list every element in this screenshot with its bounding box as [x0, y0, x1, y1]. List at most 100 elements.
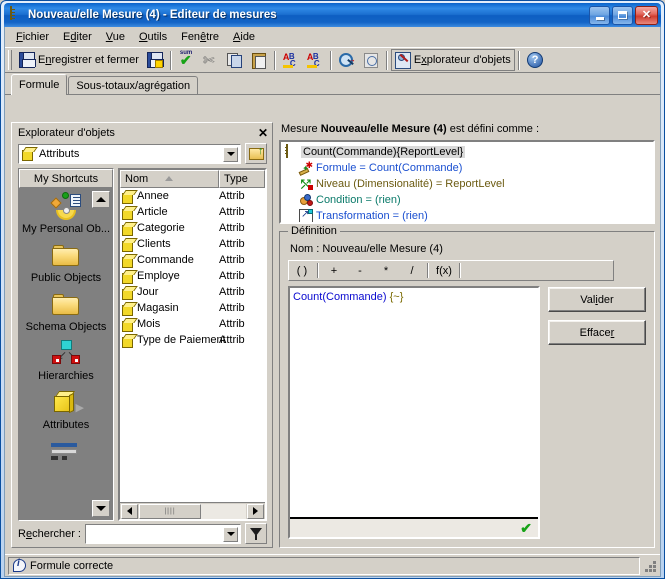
folder-combo[interactable]: Attributs — [18, 143, 241, 164]
scroll-left-button[interactable] — [121, 503, 138, 519]
list-item-type: Attrib — [219, 238, 245, 250]
save-and-close-button[interactable]: Enregistrer et fermer — [15, 49, 143, 71]
shortcut-label: Schema Objects — [25, 321, 107, 333]
find-button[interactable]: → — [335, 49, 359, 71]
filter-button[interactable] — [245, 523, 267, 544]
scrollbar-thumb[interactable]: |||| — [139, 503, 201, 519]
list-item-type: Attrib — [219, 190, 245, 202]
operator-separator-3 — [459, 263, 461, 278]
list-item[interactable]: Employe Attrib — [120, 268, 265, 284]
list-item-name: Commande — [137, 254, 194, 266]
column-header-type[interactable]: Type — [219, 170, 265, 188]
chevron-down-icon[interactable] — [223, 146, 238, 162]
shortcuts-scroll-down-button[interactable] — [92, 500, 110, 517]
cut-button[interactable] — [199, 49, 223, 71]
shortcut-schema-objects[interactable]: Schema Objects — [19, 290, 113, 333]
help-button[interactable] — [523, 49, 547, 71]
menu-item-editer[interactable]: Editer — [56, 29, 99, 45]
search-input[interactable] — [85, 523, 241, 544]
operator-function-button[interactable]: f(x) — [431, 261, 457, 280]
tree-row-formule[interactable]: ✱ ✦ Formule = Count(Commande) — [283, 160, 651, 176]
window-controls: ✕ — [589, 5, 659, 25]
object-explorer-icon — [394, 52, 411, 69]
operator-divide-button[interactable]: / — [399, 261, 425, 280]
save-as-button[interactable] — [143, 49, 167, 71]
shortcut-label: Hierarchies — [38, 370, 94, 382]
tree-row-transformation[interactable]: Transformation = (rien) — [283, 208, 651, 222]
formula-editor[interactable]: Count(Commande) {~} ✔ — [288, 286, 540, 539]
scrollbar-track[interactable]: |||| — [139, 503, 246, 519]
list-item[interactable]: Jour Attrib — [120, 284, 265, 300]
menu-item-fenetre[interactable]: Fenêtre — [174, 29, 226, 45]
column-header-label: Type — [224, 173, 248, 185]
operator-toolbar: ( ) + - * / f(x) — [288, 260, 614, 281]
list-item[interactable]: Magasin Attrib — [120, 300, 265, 316]
effacer-button[interactable]: Efface r — [548, 320, 646, 345]
copy-icon — [226, 52, 243, 68]
object-explorer-header: Explorateur d'objets ✕ — [12, 123, 272, 143]
operator-parens-button[interactable]: ( ) — [289, 261, 315, 280]
shortcuts-scroll-up-button[interactable] — [92, 191, 110, 208]
list-item-type: Attrib — [219, 318, 245, 330]
measure-caption: Mesure Nouveau/elle Mesure (4) est défin… — [279, 122, 655, 137]
menu-item-fichier[interactable]: Fichier — [9, 29, 56, 45]
minimize-icon[interactable] — [589, 5, 610, 25]
chevron-down-icon[interactable] — [223, 526, 238, 542]
list-item[interactable]: Commande Attrib — [120, 252, 265, 268]
operator-plus-button[interactable]: + — [321, 261, 347, 280]
shortcut-attributes[interactable]: ▶ Attributes — [19, 388, 113, 431]
validate-button[interactable]: sum — [175, 49, 199, 71]
tree-row-niveau[interactable]: ⤲ Niveau (Dimensionalité) = ReportLevel — [283, 176, 651, 192]
menu-item-vue[interactable]: Vue — [99, 29, 132, 45]
formula-text[interactable]: Count(Commande) {~} — [290, 288, 538, 517]
measure-tree[interactable]: Count(Commande){ReportLevel} ✱ ✦ Formule … — [279, 140, 655, 224]
list-item-name: Categorie — [137, 222, 185, 234]
find-next-button[interactable] — [359, 49, 383, 71]
close-icon[interactable]: ✕ — [258, 127, 268, 139]
tab-formule[interactable]: Formule — [11, 74, 68, 96]
search-label: Rechercher : — [18, 527, 81, 540]
shortcut-metrics[interactable] — [19, 437, 113, 467]
menu-item-outils[interactable]: Outils — [132, 29, 174, 45]
tree-row-condition[interactable]: Condition = (rien) — [283, 192, 651, 208]
valider-button[interactable]: Val i der — [548, 287, 646, 312]
folder-up-button[interactable] — [245, 143, 267, 164]
list-item[interactable]: Article Attrib — [120, 204, 265, 220]
list-item[interactable]: Mois Attrib — [120, 316, 265, 332]
spell-sort-desc-button[interactable]: ABC — [303, 49, 327, 71]
list-item[interactable]: Annee Attrib — [120, 188, 265, 204]
list-item[interactable]: Clients Attrib — [120, 236, 265, 252]
shortcut-hierarchies[interactable]: ↙↘ Hierarchies — [19, 339, 113, 382]
maximize-icon[interactable] — [612, 5, 633, 25]
column-header-nom[interactable]: Nom — [120, 170, 219, 188]
resize-grip[interactable] — [643, 559, 657, 573]
shortcut-public-objects[interactable]: Public Objects — [19, 241, 113, 284]
horizontal-scrollbar[interactable]: |||| — [120, 502, 265, 519]
shortcuts-bar: My Shortcuts My Personal Ob... Public Ob… — [18, 168, 114, 521]
tree-row-root[interactable]: Count(Commande){ReportLevel} — [283, 144, 651, 160]
list-item[interactable]: Type de Paiement Attrib — [120, 332, 265, 348]
list-item-name: Mois — [137, 318, 161, 330]
status-bar: Formule correcte — [5, 554, 660, 576]
help-icon — [526, 52, 543, 68]
close-icon[interactable]: ✕ — [635, 5, 658, 25]
tab-formule-label: Formule — [19, 79, 60, 91]
object-explorer-button[interactable]: Explorateur d'objets — [390, 49, 515, 71]
tab-sous-totaux[interactable]: Sous-totaux/agrégation — [68, 76, 199, 95]
paste-button[interactable] — [247, 49, 271, 71]
toolbar-grip[interactable] — [8, 50, 12, 70]
menu-item-aide[interactable]: Aide — [226, 29, 262, 45]
operator-multiply-button[interactable]: * — [373, 261, 399, 280]
operator-minus-button[interactable]: - — [347, 261, 373, 280]
title-bar-left: Nouveau/elle Mesure (4) - Editeur de mes… — [8, 6, 589, 23]
find-next-icon — [363, 52, 379, 68]
scroll-right-button[interactable] — [247, 503, 264, 519]
shortcuts-title[interactable]: My Shortcuts — [19, 169, 113, 188]
list-item-name: Jour — [137, 286, 159, 298]
attributes-list: Nom Type Annee Attrib Article Attrib Cat… — [118, 168, 267, 521]
spell-sort-asc-button[interactable]: ABC — [279, 49, 303, 71]
list-item[interactable]: Categorie Attrib — [120, 220, 265, 236]
shortcut-label: My Personal Ob... — [21, 223, 111, 235]
shortcuts-list: My Personal Ob... Public Objects Schema … — [19, 188, 113, 520]
copy-button[interactable] — [223, 49, 247, 71]
